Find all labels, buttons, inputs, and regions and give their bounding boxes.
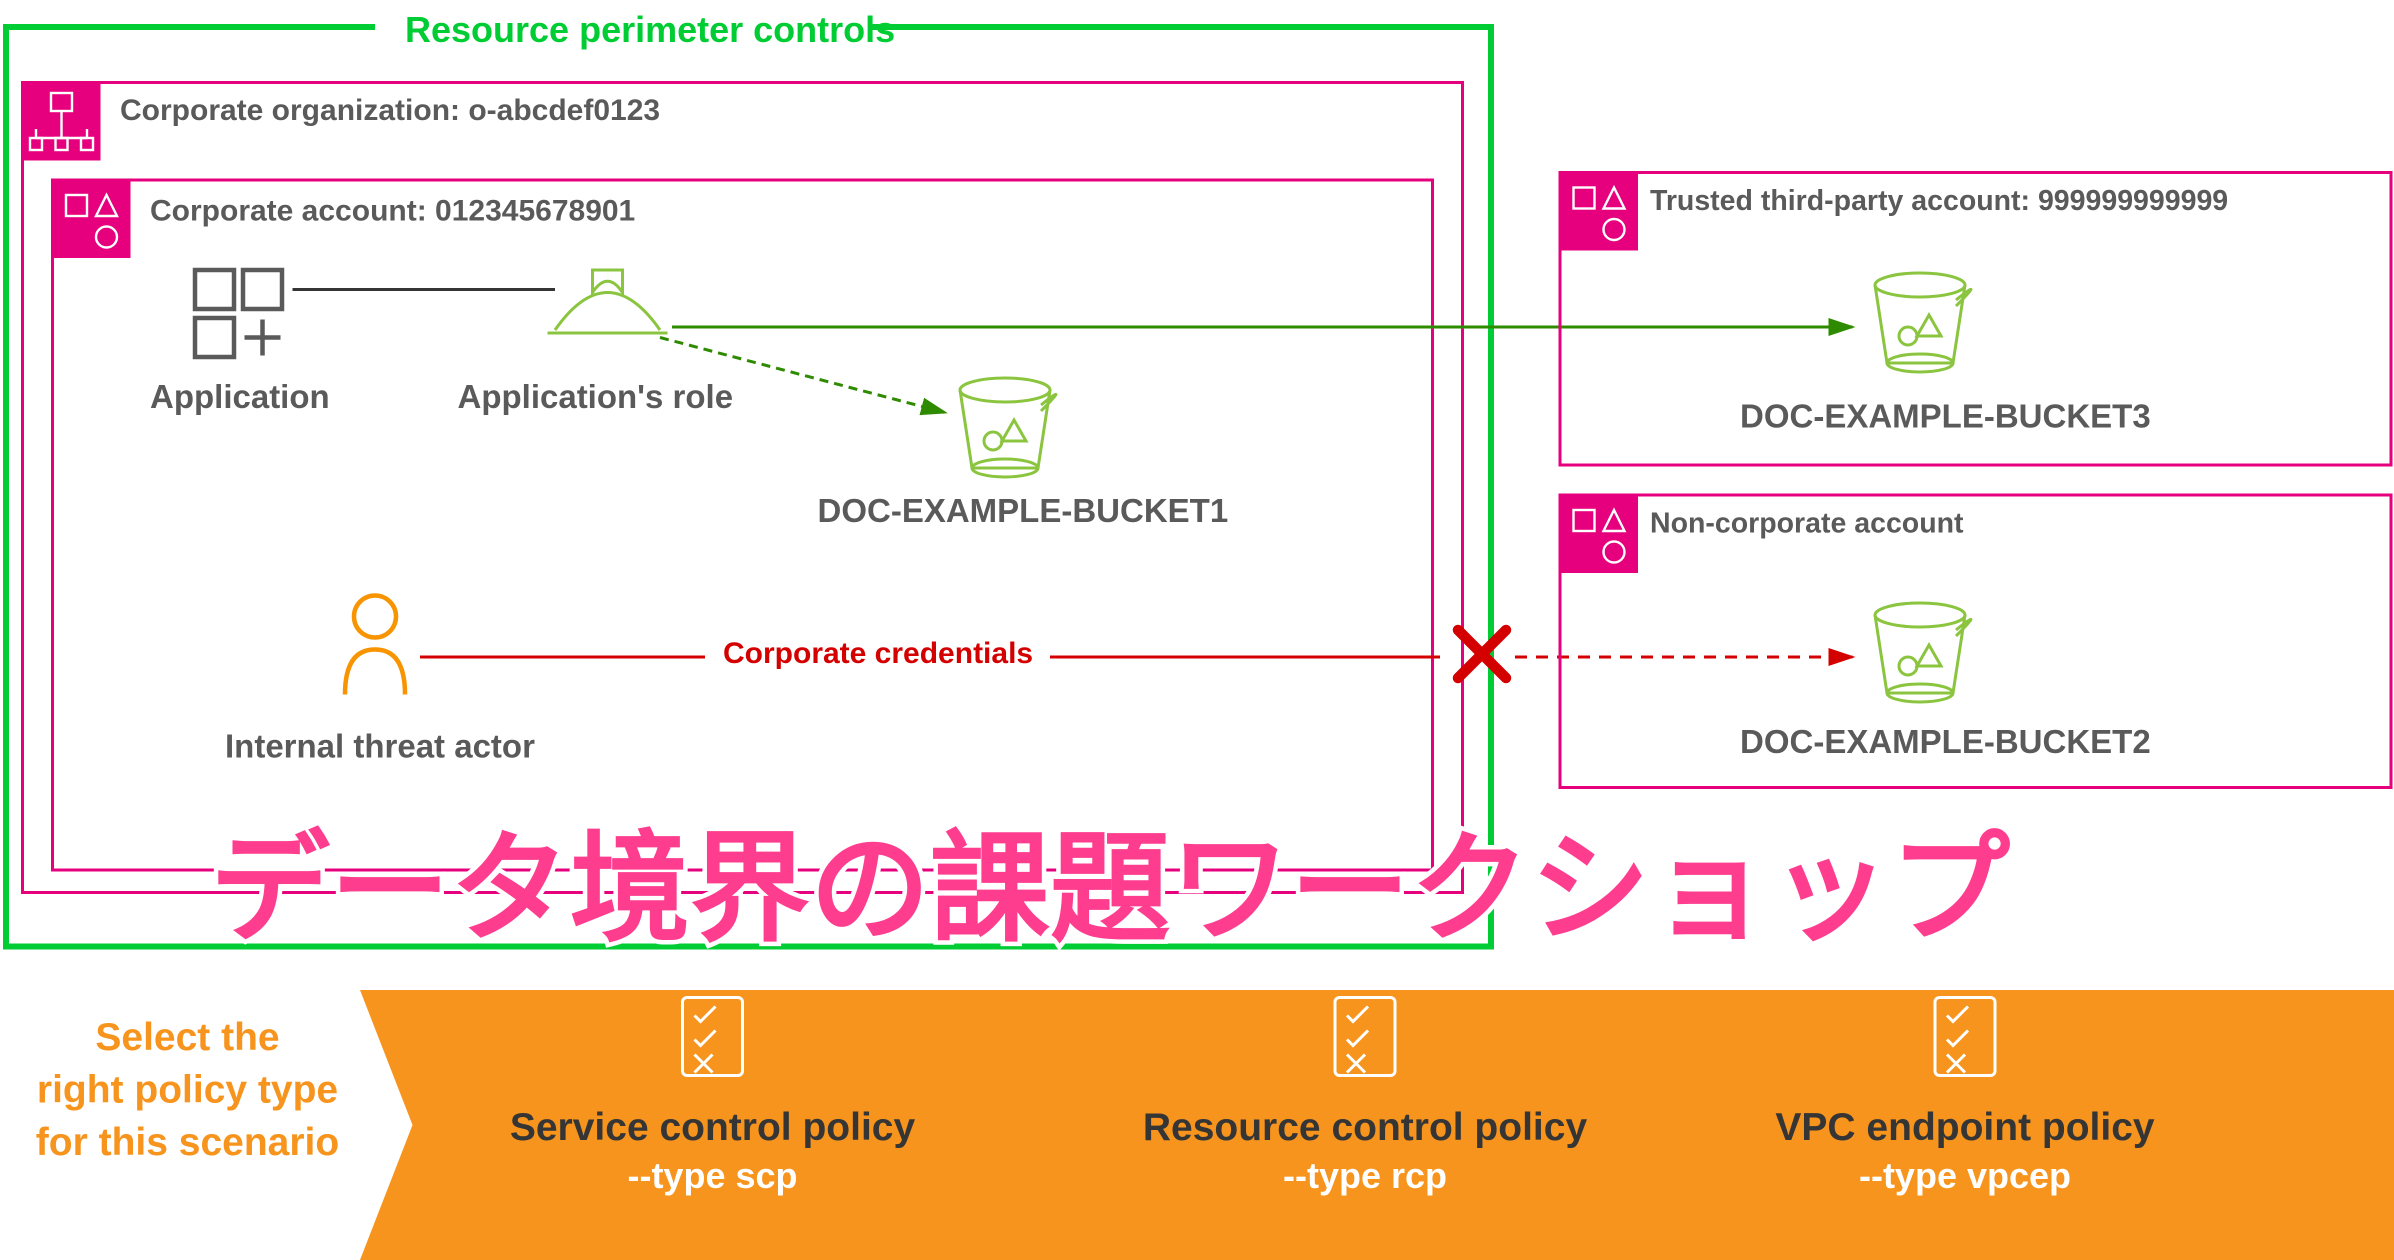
perimeter-label: Resource perimeter controls <box>405 9 895 50</box>
thirdparty-label: Trusted third-party account: 99999999999… <box>1650 185 2228 217</box>
bucket3-icon <box>1875 273 1971 372</box>
credentials-label: Corporate credentials <box>723 637 1033 670</box>
noncorp-label: Non-corporate account <box>1650 508 1964 540</box>
account-label: Corporate account: 012345678901 <box>150 195 635 228</box>
actor-label: Internal threat actor <box>225 728 535 765</box>
role-label: Application's role <box>458 378 734 415</box>
thirdparty-icon <box>1560 173 1638 251</box>
bucket1-icon <box>960 378 1056 477</box>
bucket1-label: DOC-EXAMPLE-BUCKET1 <box>818 492 1229 529</box>
bucket2-icon <box>1875 603 1971 702</box>
footer-prompt-l2: right policy type <box>37 1069 338 1112</box>
role-icon <box>548 270 668 333</box>
policy1-flag: --type scp <box>627 1155 797 1196</box>
account-icon <box>53 180 131 258</box>
footer-prompt-l3: for this scenario <box>36 1121 339 1164</box>
policy3-name[interactable]: VPC endpoint policy <box>1775 1106 2154 1149</box>
org-icon <box>23 83 101 161</box>
application-icon <box>195 270 282 357</box>
policy3-flag: --type vpcep <box>1859 1155 2071 1196</box>
bucket2-label: DOC-EXAMPLE-BUCKET2 <box>1740 723 2151 760</box>
bucket3-label: DOC-EXAMPLE-BUCKET3 <box>1740 398 2151 435</box>
org-label: Corporate organization: o-abcdef0123 <box>120 94 660 127</box>
policy2-flag: --type rcp <box>1283 1155 1447 1196</box>
block-x-icon <box>1458 630 1506 678</box>
policy2-name[interactable]: Resource control policy <box>1143 1106 1588 1149</box>
footer-prompt-l1: Select the <box>95 1016 279 1059</box>
policy1-name[interactable]: Service control policy <box>510 1106 916 1149</box>
perimeter-box <box>6 27 1491 947</box>
actor-icon <box>345 596 405 695</box>
application-label: Application <box>150 378 330 415</box>
noncorp-icon <box>1560 495 1638 573</box>
jp-title: データ境界の課題ワークショップ <box>210 822 2010 956</box>
